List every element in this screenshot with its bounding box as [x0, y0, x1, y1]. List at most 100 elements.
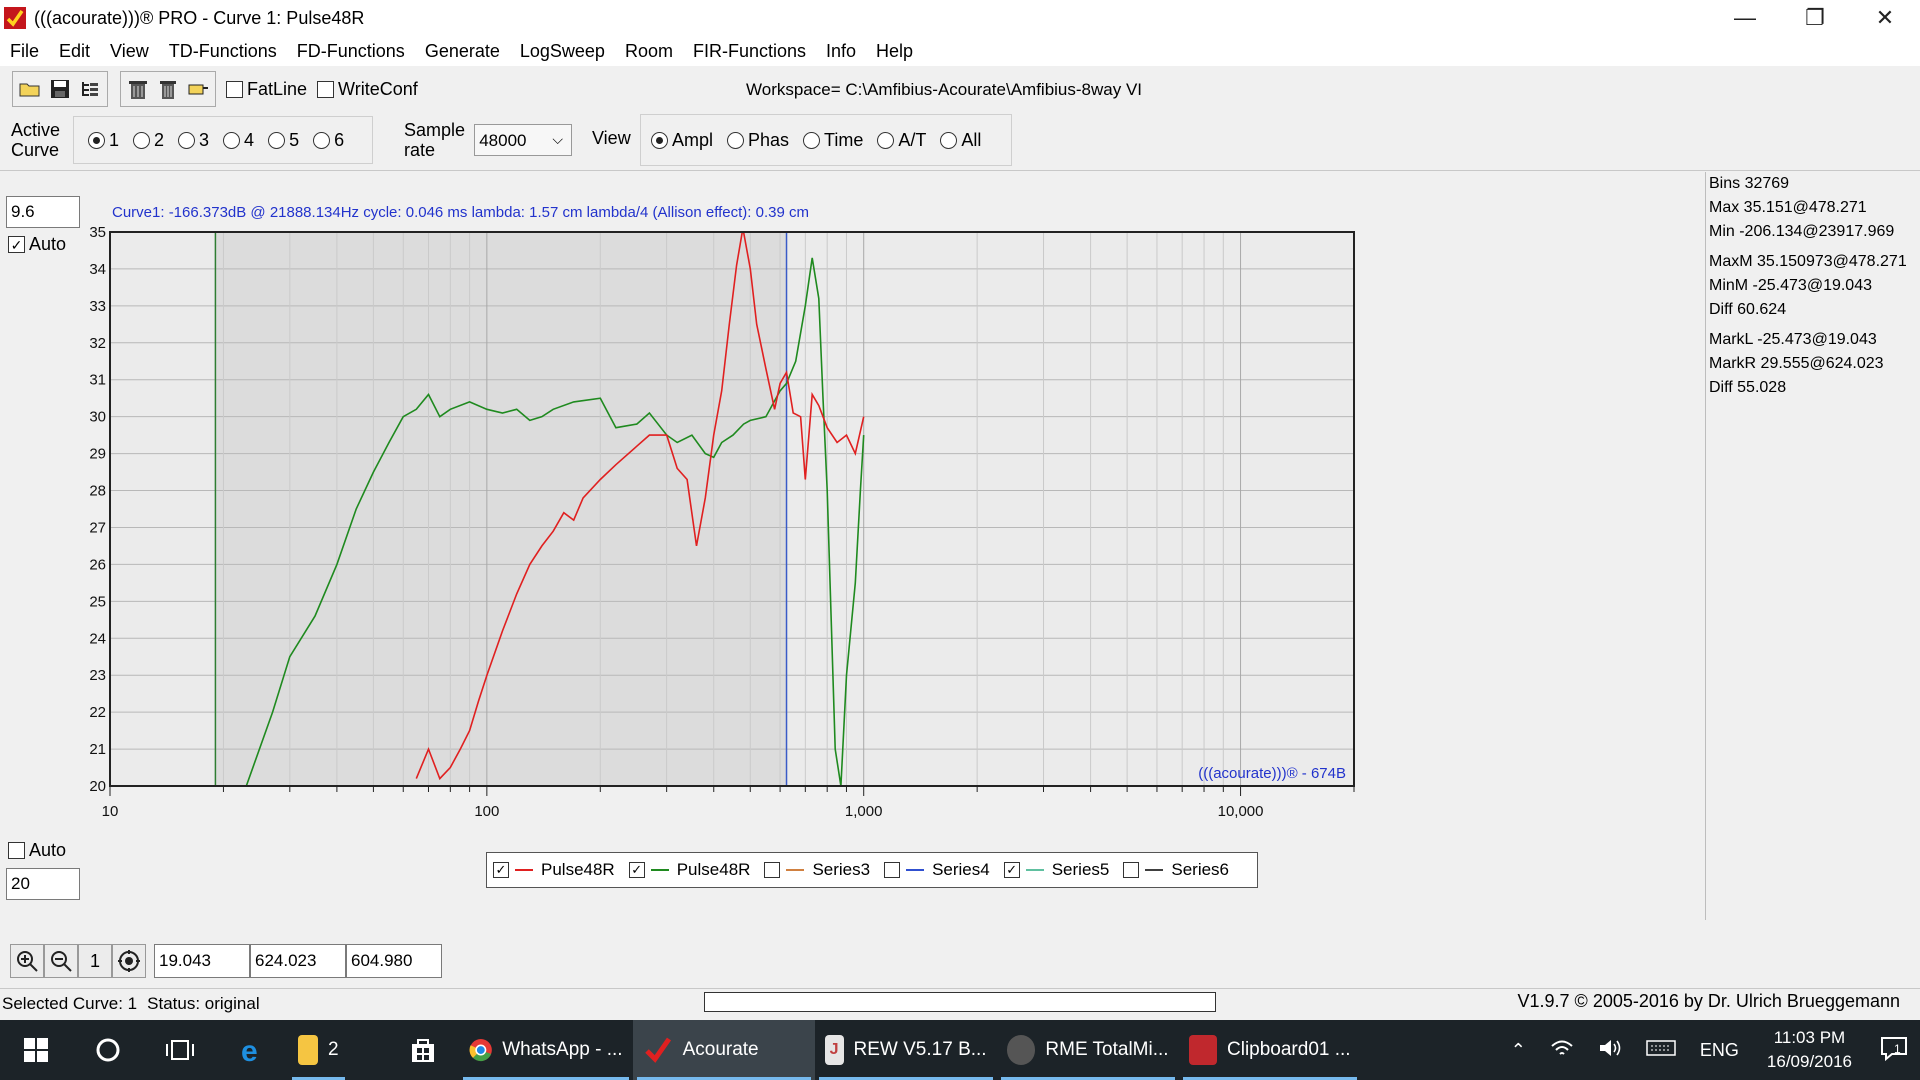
y-min-auto-box[interactable] [8, 842, 25, 859]
delete-button[interactable] [153, 74, 183, 104]
frequency-response-chart[interactable]: 20 21 22 23 24 25 26 27 28 29 30 31 32 33 34 35 10 100 1,0… [90, 198, 1670, 838]
view-radio-all[interactable]: All [940, 130, 981, 151]
delete-button-group [120, 71, 216, 107]
writeconf-checkbox[interactable]: WriteConf [317, 79, 418, 100]
y-max-auto-box[interactable]: ✓ [8, 236, 25, 253]
status-text: Status: original [147, 993, 260, 1013]
maximize-button[interactable]: ❐ [1780, 0, 1850, 36]
delete-all-button[interactable] [123, 74, 153, 104]
fatline-checkbox[interactable]: FatLine [226, 79, 307, 100]
view-radio-at[interactable]: A/T [877, 130, 926, 151]
zoom-in-button[interactable] [10, 944, 44, 978]
status-selected-curve: Selected Curve: 1 [2, 993, 138, 1013]
taskbar-app-totalmix[interactable]: RME TotalMi... [997, 1020, 1179, 1080]
menu-help[interactable]: Help [866, 41, 923, 62]
taskbar-app-whatsapp[interactable]: WhatsApp - ... [459, 1020, 633, 1080]
marker-region [215, 232, 787, 786]
view-radio-phas[interactable]: Phas [727, 130, 789, 151]
legend-item-5[interactable]: ✓ Series5 [1003, 860, 1109, 880]
acourate-taskbar-icon [644, 1037, 671, 1063]
menu-fd-functions[interactable]: FD-Functions [287, 41, 415, 62]
x-tick-label: 1,000 [845, 803, 883, 820]
edge-browser-button[interactable]: e [216, 1020, 288, 1080]
open-folder-icon [19, 83, 40, 97]
view-radio-group: Ampl Phas Time A/T All [640, 114, 1012, 166]
y-tick-label: 35 [90, 224, 106, 241]
cursor-diff-value[interactable]: 604.980 [346, 944, 442, 978]
keyboard-icon[interactable] [1646, 1038, 1676, 1063]
chevron-up-icon[interactable]: ⌃ [1511, 1040, 1526, 1061]
cursor-right-value[interactable]: 624.023 [250, 944, 346, 978]
zoom-out-button[interactable] [44, 944, 78, 978]
sample-rate-label-1: Sample [404, 120, 466, 140]
legend-item-3[interactable]: Series3 [764, 860, 870, 880]
notification-center-button[interactable]: 1 [1880, 1035, 1908, 1066]
menu-fir-functions[interactable]: FIR-Functions [683, 41, 816, 62]
system-tray: ⌃ ENG 11:03 PM 16/09/2016 1 [1499, 1020, 1920, 1080]
writeconf-checkbox-box[interactable] [317, 80, 335, 98]
zoom-reset-button[interactable]: 1 [78, 944, 112, 978]
chrome-icon [469, 1038, 492, 1062]
x-tick-label: 10 [102, 803, 119, 820]
sample-rate-label-2: rate [404, 140, 436, 160]
tree-view-button[interactable] [75, 74, 105, 104]
fatline-checkbox-box[interactable] [226, 80, 243, 98]
taskbar-app-rew[interactable]: J REW V5.17 B... [815, 1020, 997, 1080]
start-button[interactable] [0, 1020, 72, 1080]
taskbar-app-explorer[interactable]: 2 [288, 1020, 349, 1080]
menu-logsweep[interactable]: LogSweep [510, 41, 615, 62]
clock[interactable]: 11:03 PM 16/09/2016 [1767, 1026, 1852, 1074]
sample-rate-group: Sample rate 48000 ⌵ [398, 114, 572, 166]
stat-max: Max 35.151@478.271 [1709, 199, 1867, 216]
open-folder-button[interactable] [15, 74, 45, 104]
menu-info[interactable]: Info [816, 41, 866, 62]
menu-view[interactable]: View [100, 41, 159, 62]
legend-item-4[interactable]: Series4 [884, 860, 990, 880]
y-min-auto-checkbox[interactable]: Auto [8, 840, 66, 861]
y-tick-label: 29 [90, 446, 106, 463]
curve-radio-1[interactable]: 1 [88, 130, 119, 151]
legend-item-1[interactable]: ✓ Pulse48R [493, 860, 615, 880]
taskbar-app-clipboard[interactable]: Clipboard01 ... [1179, 1020, 1361, 1080]
curve-radio-4[interactable]: 4 [223, 130, 254, 151]
pointer-button[interactable] [183, 74, 213, 104]
volume-icon[interactable] [1598, 1038, 1622, 1063]
trash-icon [160, 81, 176, 99]
cursor-left-value[interactable]: 19.043 [154, 944, 250, 978]
trash-multiple-icon [129, 81, 147, 99]
store-button[interactable] [387, 1020, 459, 1080]
windows-logo-icon [24, 1038, 48, 1062]
curve-radio-2[interactable]: 2 [133, 130, 164, 151]
wifi-icon[interactable] [1550, 1038, 1574, 1063]
y-tick-label: 23 [90, 667, 106, 684]
legend-item-6[interactable]: Series6 [1123, 860, 1229, 880]
menu-file[interactable]: File [0, 41, 49, 62]
y-max-input[interactable]: 9.6 [6, 196, 80, 228]
curve-radio-3[interactable]: 3 [178, 130, 209, 151]
sample-rate-select[interactable]: 48000 ⌵ [474, 124, 572, 156]
copyright-text: V1.9.7 © 2005-2016 by Dr. Ulrich Bruegge… [1517, 991, 1900, 1011]
language-indicator[interactable]: ENG [1700, 1040, 1739, 1061]
save-button[interactable] [45, 74, 75, 104]
y-max-auto-checkbox[interactable]: ✓ Auto [8, 234, 66, 255]
taskbar-app-acourate[interactable]: Acourate [632, 1020, 815, 1080]
menu-td-functions[interactable]: TD-Functions [159, 41, 287, 62]
y-min-input[interactable]: 20 [6, 868, 80, 900]
svg-text:e: e [241, 1035, 258, 1065]
writeconf-label: WriteConf [338, 78, 418, 99]
menu-edit[interactable]: Edit [49, 41, 100, 62]
search-button[interactable] [72, 1020, 144, 1080]
view-radio-ampl[interactable]: Ampl [651, 130, 713, 151]
target-button[interactable] [112, 944, 146, 978]
task-view-button[interactable] [144, 1020, 216, 1080]
menu-generate[interactable]: Generate [415, 41, 510, 62]
legend-item-2[interactable]: ✓ Pulse48R [628, 860, 750, 880]
edge-icon: e [241, 1035, 258, 1065]
minimize-button[interactable]: — [1710, 0, 1780, 36]
view-radio-time[interactable]: Time [803, 130, 863, 151]
close-button[interactable]: ✕ [1850, 0, 1920, 36]
title-bar: (((acourate)))® PRO - Curve 1: Pulse48R … [0, 0, 1920, 36]
curve-radio-6[interactable]: 6 [313, 130, 344, 151]
menu-room[interactable]: Room [615, 41, 683, 62]
curve-radio-5[interactable]: 5 [268, 130, 299, 151]
